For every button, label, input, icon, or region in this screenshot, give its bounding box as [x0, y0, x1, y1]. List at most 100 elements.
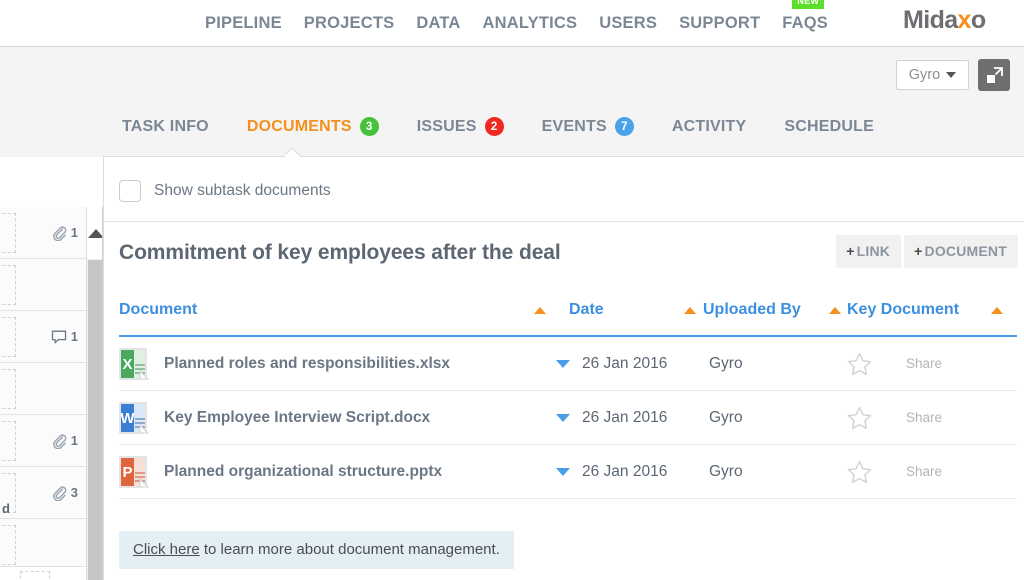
sidebar-row-placeholder [0, 421, 16, 461]
nav-users[interactable]: USERS [599, 14, 657, 33]
sidebar-task-row[interactable] [0, 259, 86, 311]
tab-label: ACTIVITY [671, 117, 747, 135]
sidebar-row-count: 1 [70, 225, 78, 240]
excel-file-icon: X [119, 348, 149, 379]
tab-task-info[interactable]: TASK INFO [122, 118, 209, 136]
show-subtask-documents-row[interactable]: Show subtask documents [119, 180, 331, 202]
sidebar-task-row[interactable]: d3 [0, 467, 86, 519]
table-body: X Planned roles and responsibilities.xlsx… [119, 337, 1017, 499]
star-icon [847, 352, 872, 375]
sidebar-row-placeholder [0, 213, 16, 253]
chevron-down-icon[interactable] [556, 359, 570, 368]
tab-activity[interactable]: ACTIVITY [672, 118, 747, 136]
key-document-star-toggle[interactable] [847, 445, 872, 498]
sidebar-row-meta: 1 [51, 433, 78, 449]
info-banner: Click here to learn more about document … [119, 531, 514, 569]
sidebar-scrollbar[interactable] [86, 207, 102, 580]
sidebar-row-placeholder [0, 317, 16, 357]
sort-caret-document[interactable] [534, 307, 546, 314]
expand-button[interactable] [978, 59, 1010, 91]
subheader-bar: Gyro [0, 47, 1024, 157]
cell-document: P Planned organizational structure.pptx [119, 445, 442, 498]
tab-schedule[interactable]: SCHEDULE [784, 118, 874, 136]
key-document-star-toggle[interactable] [847, 337, 872, 390]
add-document-button[interactable]: + DOCUMENT [904, 235, 1018, 268]
add-link-button[interactable]: + LINK [836, 235, 902, 268]
top-nav-links: PIPELINE PROJECTS DATA ANALYTICS USERS SUPPOR… [205, 0, 828, 46]
powerpoint-file-icon: P [119, 456, 149, 487]
scroll-up-button[interactable] [87, 207, 102, 259]
cell-date: 26 Jan 2016 [556, 391, 667, 444]
sidebar-bottom-strip [0, 566, 86, 580]
app-root: 111d3 Gyro TASK INFO DOCUMENTS 3 ISSUES … [0, 0, 1024, 580]
cell-date: 26 Jan 2016 [556, 337, 667, 390]
sidebar-task-row[interactable]: 1 [0, 311, 86, 363]
new-badge: NEW [792, 0, 825, 9]
sidebar-row-placeholder [0, 265, 16, 305]
column-header-document[interactable]: Document [119, 301, 197, 319]
page-title: Commitment of key employees after the de… [119, 241, 561, 264]
tab-label: SCHEDULE [784, 117, 874, 135]
chevron-down-icon[interactable] [556, 467, 570, 476]
button-label: LINK [856, 243, 891, 259]
click-here-link[interactable]: Click here [133, 541, 200, 558]
share-link[interactable]: Share [906, 337, 942, 390]
tab-events[interactable]: EVENTS 7 [542, 117, 634, 136]
info-banner-text: to learn more about document management. [199, 541, 500, 558]
paperclip-icon [52, 433, 67, 449]
column-header-date[interactable]: Date [569, 301, 604, 319]
show-subtask-documents-checkbox[interactable] [119, 180, 141, 202]
share-link[interactable]: Share [906, 445, 942, 498]
nav-data[interactable]: DATA [416, 14, 460, 33]
left-task-list-sidebar: 1 1 1 d3 [0, 207, 103, 580]
sort-caret-key-document[interactable] [991, 307, 1003, 314]
svg-text:W: W [120, 410, 135, 427]
tab-documents[interactable]: DOCUMENTS 3 [247, 117, 379, 136]
nav-support[interactable]: SUPPORT [679, 14, 760, 33]
table-row[interactable]: P Planned organizational structure.pptx 26… [119, 445, 1017, 499]
sidebar-row-count: 1 [70, 433, 78, 448]
column-header-uploaded-by[interactable]: Uploaded By [703, 301, 801, 319]
nav-faqs[interactable]: FAQS NEW [782, 0, 828, 33]
document-name-link[interactable]: Planned organizational structure.pptx [164, 463, 442, 481]
table-row[interactable]: X Planned roles and responsibilities.xlsx… [119, 337, 1017, 391]
key-document-star-toggle[interactable] [847, 391, 872, 444]
svg-text:X: X [122, 356, 132, 373]
sidebar-task-row[interactable]: 1 [0, 207, 86, 259]
tab-issues[interactable]: ISSUES 2 [417, 117, 504, 136]
sidebar-text-fragment: d [2, 501, 10, 516]
sidebar-scrollbar-thumb[interactable] [88, 260, 102, 580]
share-link[interactable]: Share [906, 391, 942, 444]
table-header-row: Document Date Uploaded By Key Document [119, 301, 1017, 337]
show-subtask-documents-label: Show subtask documents [154, 182, 331, 199]
table-row[interactable]: W Key Employee Interview Script.docx 26 Ja… [119, 391, 1017, 445]
document-name-link[interactable]: Planned roles and responsibilities.xlsx [164, 355, 450, 373]
nav-projects[interactable]: PROJECTS [304, 14, 395, 33]
tab-label: EVENTS [541, 117, 607, 135]
sidebar-task-row[interactable] [0, 363, 86, 415]
sort-caret-date[interactable] [684, 307, 696, 314]
sidebar-row-meta: 1 [51, 225, 78, 241]
tab-label: ISSUES [416, 117, 477, 135]
header-controls: Gyro [896, 59, 1010, 91]
top-navigation-bar: PIPELINE PROJECTS DATA ANALYTICS USERS SUPPOR… [0, 0, 1024, 47]
sort-caret-uploaded-by[interactable] [829, 307, 841, 314]
nav-pipeline[interactable]: PIPELINE [205, 14, 282, 33]
tab-count-badge: 2 [484, 117, 504, 136]
tab-label: TASK INFO [122, 117, 209, 135]
document-name-link[interactable]: Key Employee Interview Script.docx [164, 409, 430, 427]
sidebar-task-row[interactable] [0, 519, 86, 571]
nav-analytics[interactable]: ANALYTICS [483, 14, 578, 33]
chevron-down-icon[interactable] [556, 413, 570, 422]
expand-icon [986, 66, 1003, 83]
cell-uploaded-by: Gyro [709, 354, 743, 372]
column-header-key-document[interactable]: Key Document [847, 301, 959, 319]
midaxo-logo[interactable]: Midaxo [903, 6, 986, 35]
sidebar-task-row[interactable]: 1 [0, 415, 86, 467]
plus-icon: + [846, 243, 855, 259]
tab-count-badge: 3 [359, 117, 379, 136]
cell-document: W Key Employee Interview Script.docx [119, 391, 430, 444]
account-dropdown[interactable]: Gyro [896, 60, 969, 90]
tab-bar: TASK INFO DOCUMENTS 3 ISSUES 2 EVENTS 7 ACTIVIT… [122, 117, 874, 136]
document-date: 26 Jan 2016 [582, 408, 668, 426]
